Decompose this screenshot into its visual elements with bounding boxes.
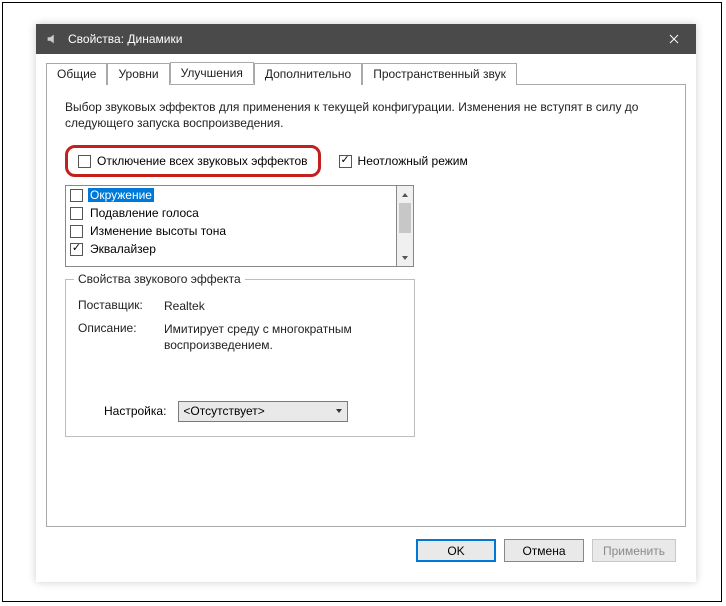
- titlebar-title: Свойства: Динамики: [68, 32, 651, 46]
- tab-advanced[interactable]: Дополнительно: [254, 63, 362, 85]
- listbox-scrollbar[interactable]: [397, 185, 414, 267]
- apply-button[interactable]: Применить: [592, 539, 676, 562]
- effect-properties-group: Свойства звукового эффекта Поставщик: Re…: [65, 279, 415, 437]
- vendor-value: Realtek: [164, 298, 402, 314]
- effects-list-wrap: Окружение Подавление голоса Изменение вы…: [65, 185, 667, 267]
- list-item-label: Эквалайзер: [88, 242, 158, 256]
- immediate-mode-label: Неотложный режим: [358, 154, 468, 168]
- checkbox-box-icon: [78, 155, 91, 168]
- immediate-mode-checkbox[interactable]: Неотложный режим: [339, 154, 468, 168]
- cancel-button[interactable]: Отмена: [504, 539, 584, 562]
- setting-combobox[interactable]: <Отсутствует>: [178, 401, 348, 422]
- vendor-row: Поставщик: Realtek: [78, 298, 402, 314]
- checkbox-box-icon[interactable]: [70, 189, 83, 202]
- speaker-icon: [44, 31, 60, 47]
- checkbox-box-icon[interactable]: [70, 225, 83, 238]
- checkbox-row: Отключение всех звуковых эффектов Неотло…: [65, 145, 667, 177]
- scrollbar-thumb[interactable]: [399, 203, 411, 233]
- disable-all-effects-checkbox[interactable]: Отключение всех звуковых эффектов: [78, 154, 308, 168]
- checkbox-box-icon: [339, 155, 352, 168]
- description-label: Описание:: [78, 321, 164, 353]
- list-item[interactable]: Окружение: [66, 186, 396, 204]
- scroll-down-arrow-icon[interactable]: [397, 249, 413, 266]
- tab-spatial[interactable]: Пространственный звук: [362, 63, 517, 85]
- scrollbar-track[interactable]: [397, 203, 413, 249]
- tab-panel-enhancements: Выбор звуковых эффектов для применения к…: [46, 85, 686, 527]
- dialog-window: Свойства: Динамики Общие Уровни Улучшени…: [36, 24, 696, 582]
- description-row: Описание: Имитирует среду с многократным…: [78, 321, 402, 353]
- description-value: Имитирует среду с многократным воспроизв…: [164, 321, 402, 353]
- list-item-label: Изменение высоты тона: [88, 224, 228, 238]
- group-legend: Свойства звукового эффекта: [74, 272, 245, 286]
- tab-levels[interactable]: Уровни: [107, 63, 169, 85]
- setting-label: Настройка:: [104, 404, 166, 418]
- disable-all-effects-label: Отключение всех звуковых эффектов: [97, 154, 308, 168]
- panel-description: Выбор звуковых эффектов для применения к…: [65, 99, 667, 131]
- tab-general[interactable]: Общие: [46, 63, 107, 85]
- chevron-down-icon: [335, 404, 343, 418]
- tab-enhancements[interactable]: Улучшения: [170, 62, 254, 84]
- checkbox-box-icon[interactable]: [70, 243, 83, 256]
- list-item[interactable]: Эквалайзер: [66, 240, 396, 258]
- effects-listbox[interactable]: Окружение Подавление голоса Изменение вы…: [65, 185, 397, 267]
- vendor-label: Поставщик:: [78, 298, 164, 314]
- tabstrip: Общие Уровни Улучшения Дополнительно Про…: [46, 62, 686, 85]
- ok-button[interactable]: OK: [416, 539, 496, 562]
- highlight-annotation: Отключение всех звуковых эффектов: [65, 145, 321, 177]
- checkbox-box-icon[interactable]: [70, 207, 83, 220]
- list-item[interactable]: Подавление голоса: [66, 204, 396, 222]
- dialog-button-row: OK Отмена Применить: [46, 527, 686, 562]
- setting-selected-value: <Отсутствует>: [183, 404, 264, 418]
- list-item-label: Подавление голоса: [88, 206, 201, 220]
- list-item[interactable]: Изменение высоты тона: [66, 222, 396, 240]
- scroll-up-arrow-icon[interactable]: [397, 186, 413, 203]
- titlebar: Свойства: Динамики: [36, 24, 696, 54]
- close-button[interactable]: [651, 24, 696, 54]
- client-area: Общие Уровни Улучшения Дополнительно Про…: [36, 54, 696, 572]
- list-item-label: Окружение: [88, 188, 154, 202]
- setting-row: Настройка: <Отсутствует>: [78, 401, 402, 422]
